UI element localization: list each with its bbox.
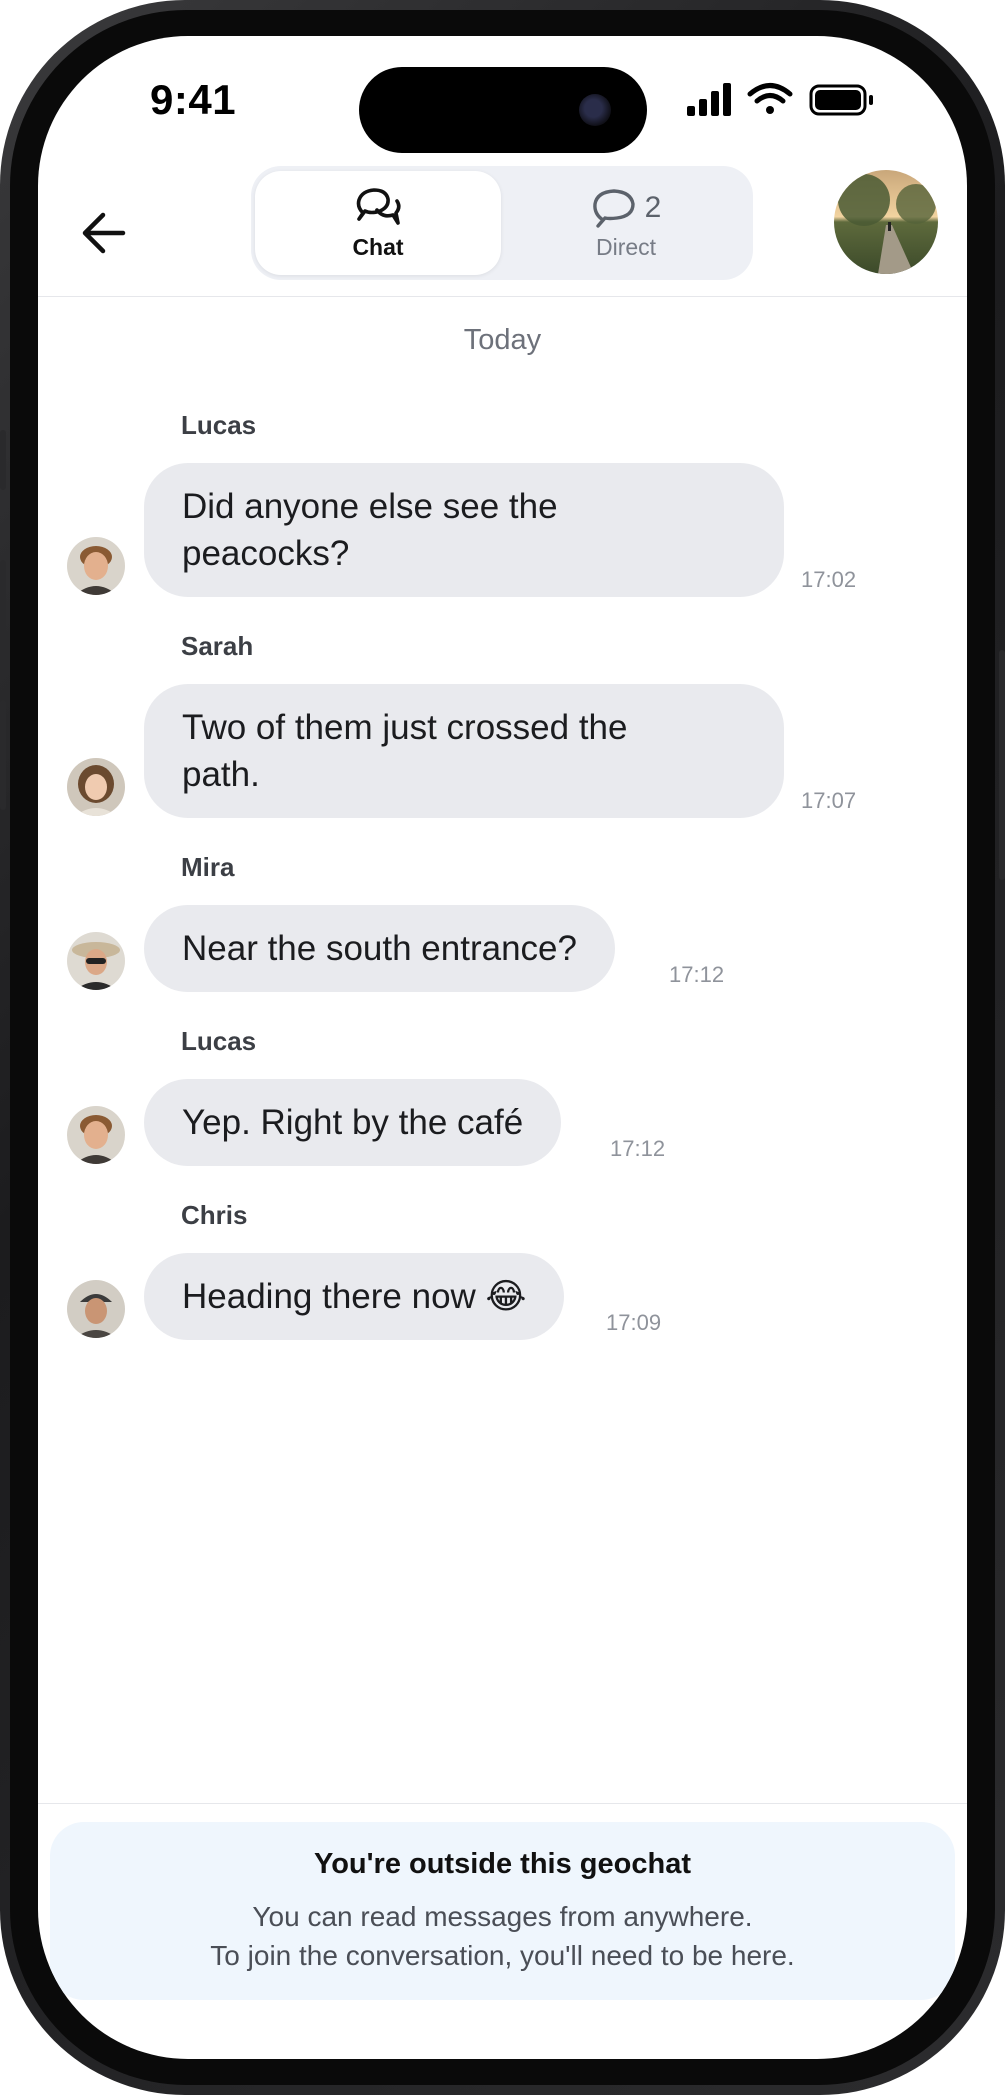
screen: 9:41 Chat 2 Direct Today Lucas Did anyon… <box>38 36 967 2059</box>
chat-bubbles-icon <box>356 187 401 225</box>
phone-frame: 9:41 Chat 2 Direct Today Lucas Did anyon… <box>0 0 1005 2095</box>
message-text-line: Heading there now 😂 <box>182 1277 527 1316</box>
message-timestamp: 17:07 <box>801 788 857 813</box>
message-bubble[interactable]: Yep. Right by the café <box>144 1079 562 1166</box>
message-sender: Lucas <box>181 1026 257 1056</box>
message-timestamp: 17:12 <box>669 962 725 987</box>
message-sender: Chris <box>181 1200 248 1230</box>
chat-mode-segmented-control: Chat 2 Direct <box>251 166 753 280</box>
volume-down-button <box>0 700 6 810</box>
dynamic-island <box>359 67 647 153</box>
status-time: 9:41 <box>150 76 237 123</box>
direct-unread-count: 2 <box>644 190 662 224</box>
message-sender: Lucas <box>181 410 257 440</box>
avatar-sarah <box>67 758 125 816</box>
footer-divider <box>38 1803 967 1804</box>
back-button[interactable] <box>68 198 138 268</box>
message-sender: Mira <box>181 852 235 882</box>
park-path-image <box>834 170 938 274</box>
message-bubble[interactable]: Did anyone else see the peacocks? <box>144 463 784 597</box>
message-text-line: peacocks? <box>182 534 350 573</box>
message-text-line: Did anyone else see the <box>182 487 558 526</box>
front-camera <box>579 94 611 126</box>
message-text-line: path. <box>182 755 260 794</box>
message-timestamp: 17:09 <box>606 1310 662 1335</box>
message-bubble[interactable]: Near the south entrance? <box>144 905 615 992</box>
message-sender: Sarah <box>181 631 254 661</box>
avatar-lucas <box>67 1106 125 1164</box>
message-text-line: Two of them just crossed the <box>182 708 628 747</box>
header-divider <box>38 296 967 297</box>
avatar-chris <box>67 1280 125 1338</box>
message-timestamp: 17:02 <box>801 567 857 592</box>
speech-bubble-icon <box>592 188 635 228</box>
volume-up-button <box>0 560 6 670</box>
power-button <box>999 650 1005 880</box>
avatar[interactable] <box>67 537 125 595</box>
avatar[interactable] <box>67 932 125 990</box>
avatar[interactable] <box>67 1280 125 1338</box>
notice-line: You can read messages from anywhere. <box>252 1901 753 1932</box>
avatar[interactable] <box>67 758 125 816</box>
action-button <box>0 430 6 490</box>
status-icons <box>687 83 873 116</box>
tab-chat-label: Chat <box>352 233 404 260</box>
battery-icon <box>809 84 873 116</box>
date-separator: Today <box>463 324 542 356</box>
message-text-line: Yep. Right by the café <box>182 1103 524 1142</box>
avatar-mira <box>67 932 125 990</box>
back-arrow-icon <box>82 212 126 254</box>
geochat-location-photo[interactable] <box>834 170 938 274</box>
tab-direct[interactable]: 2 Direct <box>503 171 749 275</box>
message-bubble[interactable]: Heading there now 😂 <box>144 1253 565 1340</box>
message-bubble[interactable]: Two of them just crossed the path. <box>144 684 784 818</box>
notice-title: You're outside this geochat <box>314 1848 691 1880</box>
message-timestamp: 17:12 <box>610 1136 666 1161</box>
avatar-lucas <box>67 537 125 595</box>
tab-chat[interactable]: Chat <box>255 171 501 275</box>
message-text-line: Near the south entrance? <box>182 929 577 968</box>
tab-direct-label: Direct <box>595 233 657 260</box>
notice-body: You can read messages from anywhere. To … <box>50 1897 955 1975</box>
avatar[interactable] <box>67 1106 125 1164</box>
wifi-icon <box>747 83 793 114</box>
notice-line: To join the conversation, you'll need to… <box>210 1940 795 1971</box>
outside-geochat-notice: You're outside this geochat You can read… <box>50 1822 955 2000</box>
cellular-signal-icon <box>687 83 731 116</box>
